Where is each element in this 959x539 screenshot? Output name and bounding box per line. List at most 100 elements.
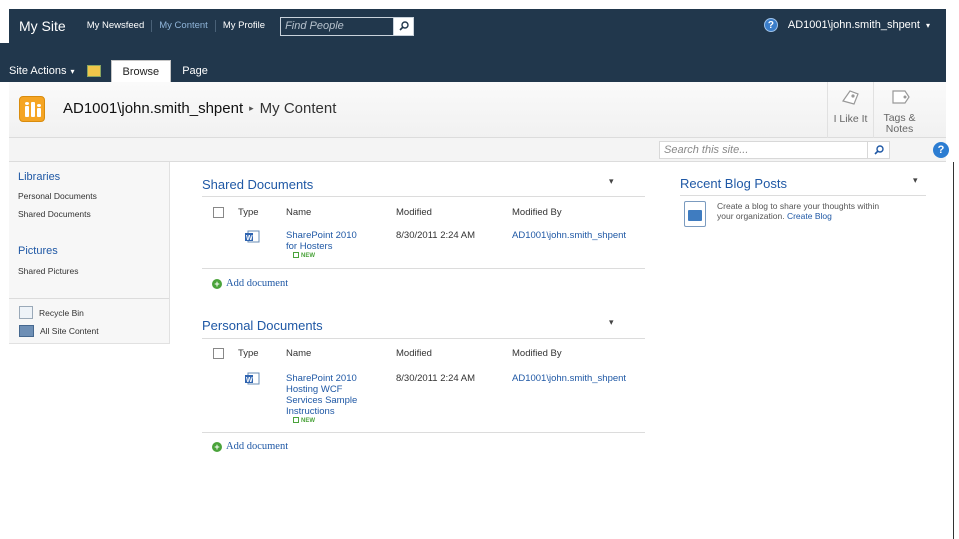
personal-documents-menu-icon[interactable]: ▾ [609, 317, 614, 328]
blog-icon [684, 201, 706, 227]
search-icon [398, 21, 409, 31]
shared-documents-title[interactable]: Shared Documents [202, 177, 313, 192]
tab-page[interactable]: Page [171, 60, 219, 82]
quick-launch-shared-pictures[interactable]: Shared Pictures [9, 266, 78, 276]
svg-text:W: W [246, 235, 253, 242]
site-logo-icon [19, 96, 45, 122]
window-edge [953, 162, 954, 539]
site-search-button[interactable] [867, 142, 889, 158]
document-modified-by-link[interactable]: AD1001\john.smith_shpent [512, 230, 626, 241]
document-name-line: Hosting WCF [286, 384, 343, 395]
help-icon[interactable]: ? [933, 142, 949, 158]
new-badge-label: NEW [301, 418, 315, 424]
site-actions-menu[interactable]: Site Actions ▾ [9, 60, 83, 82]
document-name-line: Services Sample [286, 395, 358, 406]
quick-launch-pictures-heading[interactable]: Pictures [9, 245, 58, 257]
add-icon: + [212, 278, 222, 289]
my-site-link[interactable]: My Site [9, 18, 80, 34]
column-header-type[interactable]: Type [238, 207, 259, 218]
document-name-line: for Hosters [286, 241, 333, 252]
thumbs-up-tag-icon [841, 90, 859, 105]
new-icon [293, 417, 299, 423]
personal-documents-select-all-checkbox[interactable] [213, 348, 224, 359]
column-header-name[interactable]: Name [286, 207, 311, 218]
document-modified-by-link[interactable]: AD1001\john.smith_shpent [512, 373, 626, 384]
shared-documents-menu-icon[interactable]: ▾ [609, 176, 614, 187]
search-icon [873, 145, 884, 155]
document-name-line: SharePoint 2010 [286, 230, 357, 241]
find-people-search-button[interactable] [393, 17, 414, 35]
quick-launch-libraries-heading[interactable]: Libraries [9, 171, 60, 183]
recycle-bin-link[interactable]: Recycle Bin [19, 306, 84, 319]
create-blog-link[interactable]: Create Blog [787, 211, 832, 221]
all-site-content-link[interactable]: All Site Content [19, 325, 99, 337]
add-icon: + [212, 441, 222, 452]
nav-my-profile[interactable]: My Profile [216, 20, 272, 32]
document-modified-date: 8/30/2011 2:24 AM [396, 373, 476, 384]
quick-launch: Libraries Personal Documents Shared Docu… [9, 162, 170, 344]
top-navigation-bar: My Site My Newsfeed My Content My Profil… [9, 9, 946, 43]
new-badge: NEW [293, 252, 315, 259]
nav-my-newsfeed[interactable]: My Newsfeed [80, 20, 153, 32]
personal-document-link[interactable]: SharePoint 2010 Hosting WCF Services Sam… [286, 373, 357, 417]
recent-blog-posts-menu-icon[interactable]: ▾ [913, 175, 918, 186]
column-header-modified[interactable]: Modified [396, 348, 432, 359]
shared-document-link[interactable]: SharePoint 2010 for Hosters [286, 230, 357, 252]
word-document-icon[interactable]: W [244, 372, 260, 385]
i-like-it-label: I Like It [833, 113, 868, 125]
column-header-type[interactable]: Type [238, 348, 259, 359]
site-search-box [659, 141, 890, 159]
ribbon: Site Actions ▾ Browse Page [0, 43, 946, 82]
help-icon[interactable]: ? [763, 18, 778, 32]
column-header-modified[interactable]: Modified [396, 207, 432, 218]
chevron-down-icon[interactable]: ▾ [926, 21, 930, 30]
title-area: AD1001\john.smith_shpent ▸ My Content I Li… [9, 82, 946, 138]
personal-documents-title[interactable]: Personal Documents [202, 318, 323, 333]
site-search-input[interactable] [660, 142, 867, 158]
document-name-line: Instructions [286, 406, 335, 417]
breadcrumb-separator-icon: ▸ [249, 103, 254, 113]
breadcrumb: AD1001\john.smith_shpent ▸ My Content [63, 100, 336, 117]
quick-launch-personal-documents[interactable]: Personal Documents [9, 191, 97, 201]
user-menu[interactable]: ? AD1001\john.smith_shpent ▾ [763, 18, 930, 32]
blog-description-line-2: your organization. [717, 211, 785, 221]
shared-documents-select-all-checkbox[interactable] [213, 207, 224, 218]
svg-text:W: W [246, 377, 253, 384]
user-name[interactable]: AD1001\john.smith_shpent [788, 19, 920, 31]
find-people-input[interactable] [281, 17, 394, 35]
quick-launch-shared-documents[interactable]: Shared Documents [9, 209, 91, 219]
tags-notes-button[interactable]: Tags & Notes [873, 82, 925, 138]
new-badge: NEW [293, 417, 315, 424]
new-badge-label: NEW [301, 253, 315, 259]
tab-browse[interactable]: Browse [110, 60, 172, 82]
personal-documents-footer-divider [202, 432, 645, 433]
column-header-modified-by[interactable]: Modified By [512, 348, 562, 359]
breadcrumb-user-link[interactable]: AD1001\john.smith_shpent [63, 100, 243, 117]
word-document-icon[interactable]: W [244, 230, 260, 243]
i-like-it-button[interactable]: I Like It [827, 82, 873, 138]
blog-description: Create a blog to share your thoughts wit… [717, 201, 932, 221]
ribbon-tabs: Site Actions ▾ Browse Page [9, 60, 219, 82]
site-actions-label: Site Actions [9, 65, 67, 77]
column-header-name[interactable]: Name [286, 348, 311, 359]
blog-description-line-1: Create a blog to share your thoughts wit… [717, 201, 880, 211]
add-document-button[interactable]: + Add document [212, 441, 288, 452]
all-site-content-icon [19, 325, 34, 337]
navigate-up-icon[interactable] [86, 65, 101, 77]
add-document-label: Add document [226, 278, 289, 289]
tags-notes-label-2: Notes [885, 123, 914, 135]
personal-documents-divider [202, 338, 645, 339]
find-people-box [280, 16, 415, 36]
recycle-bin-label: Recycle Bin [39, 307, 84, 318]
add-document-button[interactable]: + Add document [212, 278, 288, 289]
recycle-bin-icon [19, 306, 33, 319]
nav-my-content[interactable]: My Content [152, 20, 216, 32]
document-modified-date: 8/30/2011 2:24 AM [396, 230, 476, 241]
recent-blog-posts-title[interactable]: Recent Blog Posts [680, 176, 787, 191]
shared-documents-footer-divider [202, 268, 645, 269]
site-search-bar: ? [9, 138, 949, 162]
page-title: My Content [259, 100, 337, 117]
tag-note-icon [891, 90, 910, 104]
add-document-label: Add document [226, 441, 289, 452]
column-header-modified-by[interactable]: Modified By [512, 207, 562, 218]
